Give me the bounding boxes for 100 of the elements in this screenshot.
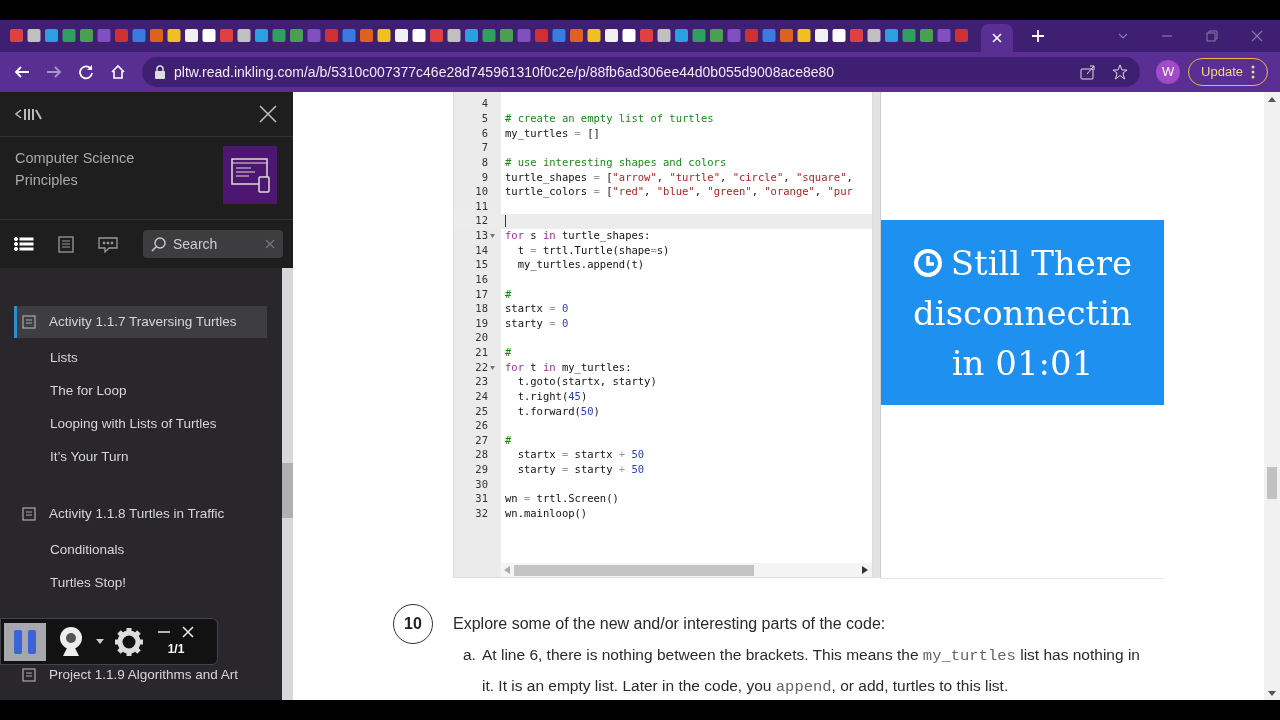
more-icon[interactable] — [1251, 65, 1255, 79]
line-number: 28 — [475, 447, 488, 463]
code-line: # use interesting shapes and colors — [505, 154, 727, 170]
document-icon — [22, 668, 36, 682]
restore-icon[interactable] — [1206, 30, 1218, 42]
scroll-down-icon[interactable] — [1268, 691, 1276, 696]
toc-item[interactable]: Project 1.1.9 Algorithms and Art — [14, 665, 267, 685]
page-icon[interactable] — [56, 235, 76, 253]
pause-button[interactable] — [4, 622, 46, 661]
code-line: startx = 0 — [505, 301, 569, 317]
line-number: 13 — [475, 228, 488, 244]
line-number: 32 — [475, 505, 488, 521]
code-line: turtle_colors = ["red", "blue", "green", "orange", "pur — [505, 184, 853, 200]
toc-subitem[interactable]: It’s Your Turn — [14, 441, 267, 474]
item-text: At line 6, there is nothing between the brackets. This means the my_turtles list has nothing in it. It is an empty list. Later in the code, you append, or add, turtles to this list. — [482, 645, 1141, 698]
code-line: t.goto(startx, starty) — [516, 374, 657, 390]
code-line: # — [505, 286, 512, 302]
clock-icon — [912, 247, 943, 278]
line-number: 7 — [481, 140, 488, 156]
code-line: for s in turtle_shapes: — [505, 228, 651, 244]
toc-subitem[interactable]: Looping with Lists of Turtles — [14, 408, 267, 441]
pause-icon — [12, 627, 38, 656]
line-number: 24 — [475, 388, 488, 404]
star-icon[interactable] — [1112, 64, 1129, 80]
line-number: 11 — [475, 198, 488, 214]
code-line: my_turtles.append(t) — [516, 257, 645, 273]
toc-item[interactable]: Activity 1.1.8 Turtles in Traffic — [14, 504, 267, 524]
profile-avatar[interactable]: W — [1156, 60, 1181, 84]
text-cursor — [505, 215, 506, 228]
url-text: pltw.read.inkling.com/a/b/5310c007377c46e28d745961310f0c2e/p/88fb6ad306ee44d0b055d9008ace8e80 — [174, 62, 835, 82]
code-line: # create an empty list of turtles — [505, 111, 714, 127]
reload-icon[interactable] — [78, 64, 94, 80]
line-number: 10 — [475, 184, 488, 200]
code-line: wn = trtl.Screen() — [505, 491, 619, 507]
document-icon — [22, 507, 36, 521]
code-line: my_turtles = [] — [505, 125, 600, 142]
home-icon[interactable] — [110, 64, 126, 80]
line-number: 31 — [475, 491, 488, 507]
list-icon[interactable] — [14, 235, 34, 253]
scrollbar-thumb[interactable] — [1267, 467, 1277, 499]
scroll-right-icon[interactable] — [862, 566, 868, 574]
address-bar[interactable]: pltw.read.inkling.com/a/b/5310c007377c46e28d745961310f0c2e/p/88fb6ad306ee44d0b055d9008ace8e80 — [142, 57, 1141, 87]
code-line: # — [505, 432, 512, 448]
back-icon[interactable] — [14, 64, 30, 80]
line-number: 25 — [475, 403, 488, 419]
comment-icon[interactable] — [98, 235, 118, 253]
fold-icon[interactable] — [490, 365, 495, 370]
line-number: 5 — [481, 111, 488, 127]
line-number: 23 — [475, 374, 488, 390]
code-line: for t in my_turtles: — [505, 359, 632, 376]
page-counter: 1/1 — [167, 640, 185, 658]
line-number: 21 — [475, 345, 488, 361]
lock-icon — [154, 65, 166, 79]
gear-icon[interactable] — [114, 626, 144, 657]
forward-icon[interactable] — [46, 64, 62, 80]
code-line: startx = startx + 50 — [516, 447, 645, 463]
scrollbar-thumb[interactable] — [282, 463, 293, 518]
toc-item[interactable]: Activity 1.1.7 Traversing Turtles — [14, 306, 267, 338]
line-number: 12 — [475, 213, 488, 229]
line-number: 20 — [475, 330, 488, 346]
search-field[interactable]: Search — [143, 230, 283, 258]
line-number: 4 — [481, 96, 488, 112]
fold-icon[interactable] — [490, 233, 495, 238]
line-number: 22 — [475, 359, 488, 375]
clear-icon[interactable] — [265, 239, 275, 249]
scrollbar-thumb[interactable] — [514, 564, 754, 576]
close-icon[interactable] — [258, 104, 278, 124]
line-number: 8 — [481, 154, 488, 170]
library-icon[interactable] — [15, 107, 43, 121]
line-number: 6 — [481, 125, 488, 141]
code-line: t.right(45) — [516, 388, 588, 404]
code-line: starty = starty + 50 — [516, 462, 645, 478]
document-icon — [22, 315, 36, 329]
code-line: turtle_shapes = ["arrow", "turtle", "circle", "square", — [505, 169, 853, 186]
line-number: 29 — [475, 462, 488, 478]
line-number: 16 — [475, 271, 488, 287]
banner-text: in 01:01 — [951, 341, 1094, 385]
line-number: 15 — [475, 257, 488, 273]
new-tab-icon[interactable] — [1031, 29, 1045, 43]
toc-subitem[interactable]: Lists — [14, 342, 267, 375]
code-editor[interactable] — [453, 92, 873, 578]
toc-subitem[interactable]: Conditionals — [14, 534, 267, 567]
line-number: 19 — [475, 315, 488, 331]
line-number: 27 — [475, 432, 488, 448]
line-number: 18 — [475, 301, 488, 317]
book-cover-icon[interactable] — [223, 146, 277, 204]
code-line: t = trtl.Turtle(shape=s) — [516, 242, 670, 258]
share-icon[interactable] — [1080, 64, 1097, 80]
active-tab[interactable] — [981, 24, 1013, 52]
banner-text: disconnectin — [913, 291, 1132, 335]
banner-text: Still There — [950, 241, 1133, 285]
scroll-up-icon[interactable] — [1268, 97, 1276, 102]
item-label: a. — [463, 645, 477, 665]
caret-icon[interactable] — [96, 639, 104, 644]
toc-subitem[interactable]: The for Loop — [14, 375, 267, 408]
toc-subitem[interactable]: Turtles Stop! — [14, 567, 267, 600]
code-line: t.forward(50) — [516, 403, 600, 419]
code-line: # — [505, 345, 512, 361]
line-number: 14 — [475, 242, 488, 258]
code-line: starty = 0 — [505, 315, 569, 331]
